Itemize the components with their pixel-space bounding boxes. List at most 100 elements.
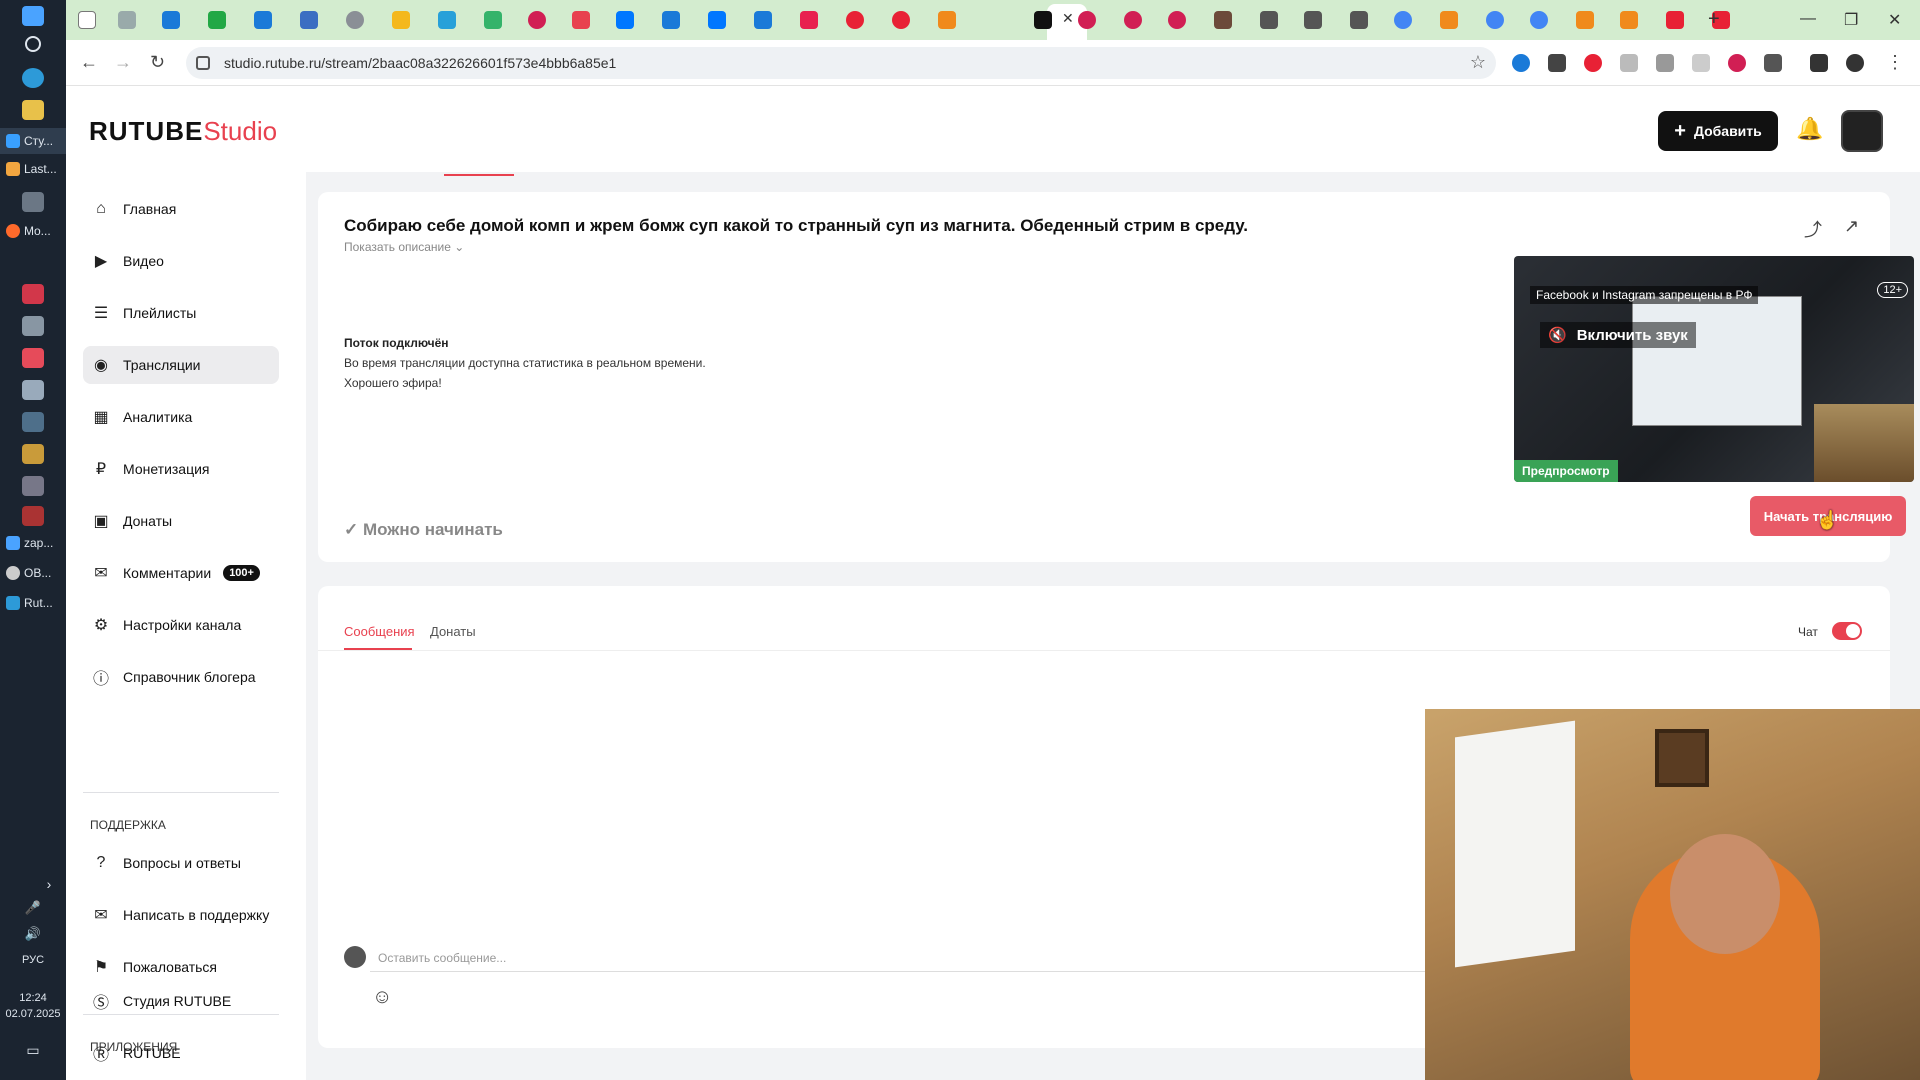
- tab-favicon[interactable]: [208, 11, 226, 29]
- unmute-button[interactable]: 🔇 Включить звук: [1540, 322, 1696, 348]
- rutube-studio-logo[interactable]: RUTUBEStudio: [89, 116, 277, 147]
- volume-icon[interactable]: 🔊: [0, 926, 66, 942]
- tab-favicon[interactable]: [662, 11, 680, 29]
- sidebar-item-home[interactable]: ⌂ Главная: [83, 190, 279, 228]
- back-icon[interactable]: ←: [80, 52, 98, 73]
- tab-favicon[interactable]: [1666, 11, 1684, 29]
- app-icon[interactable]: [22, 476, 44, 496]
- tab-favicon[interactable]: [1394, 11, 1412, 29]
- tab-favicon[interactable]: [1440, 11, 1458, 29]
- taskbar-app-obs[interactable]: OB...: [0, 560, 66, 586]
- sidebar-item-rutube-app[interactable]: Ⓡ RUTUBE: [83, 1034, 279, 1072]
- tab-favicon[interactable]: [1620, 11, 1638, 29]
- app-icon[interactable]: [22, 316, 44, 336]
- tab-favicon[interactable]: [1350, 11, 1368, 29]
- taskbar-app-studio[interactable]: Сту...: [0, 128, 66, 154]
- sidebar-item-blogger-guide[interactable]: ⓘ Справочник блогера: [83, 658, 279, 696]
- microphone-icon[interactable]: 🎤: [0, 900, 66, 916]
- sidebar-item-monetization[interactable]: ₽ Монетизация: [83, 450, 279, 488]
- address-bar[interactable]: studio.rutube.ru/stream/2baac08a32262660…: [186, 47, 1496, 79]
- stream-preview[interactable]: Facebook и Instagram запрещены в РФ 12+ …: [1514, 256, 1914, 482]
- edge-icon[interactable]: [22, 68, 44, 88]
- app-icon[interactable]: [22, 348, 44, 368]
- app-icon[interactable]: [22, 412, 44, 432]
- tab-favicon[interactable]: [392, 11, 410, 29]
- tab-favicon[interactable]: [300, 11, 318, 29]
- tab-search-icon[interactable]: [78, 11, 96, 29]
- taskbar-app-zapier[interactable]: zap...: [0, 530, 66, 556]
- tab-donations[interactable]: Донаты: [430, 624, 476, 639]
- tab-favicon[interactable]: [754, 11, 772, 29]
- taskbar-app-rutube[interactable]: Rut...: [0, 590, 66, 616]
- windows-start-icon[interactable]: [22, 6, 44, 26]
- clock-time[interactable]: 12:24: [0, 992, 66, 1004]
- tab-favicon[interactable]: [1168, 11, 1186, 29]
- sidebar-item-broadcasts[interactable]: ◉ Трансляции: [83, 346, 279, 384]
- tab-favicon[interactable]: [162, 11, 180, 29]
- sidebar-item-playlists[interactable]: ☰ Плейлисты: [83, 294, 279, 332]
- sidebar-item-report[interactable]: ⚑ Пожаловаться: [83, 948, 279, 986]
- tab-favicon[interactable]: [438, 11, 456, 29]
- tab-favicon[interactable]: [1124, 11, 1142, 29]
- app-icon[interactable]: [22, 444, 44, 464]
- tab-favicon[interactable]: [1530, 11, 1548, 29]
- app-icon[interactable]: [22, 506, 44, 526]
- extension-icon[interactable]: [1512, 54, 1530, 72]
- tab-favicon[interactable]: [892, 11, 910, 29]
- sidebar-item-studio-app[interactable]: Ⓢ Студия RUTUBE: [83, 982, 279, 1020]
- extension-icon[interactable]: [1548, 54, 1566, 72]
- calculator-icon[interactable]: [22, 192, 44, 212]
- minimize-icon[interactable]: —: [1800, 10, 1816, 28]
- tab-favicon[interactable]: [254, 11, 272, 29]
- sidebar-item-donations[interactable]: ▣ Донаты: [83, 502, 279, 540]
- add-button[interactable]: + Добавить: [1658, 111, 1778, 151]
- extension-icon[interactable]: [1656, 54, 1674, 72]
- forward-icon[interactable]: →: [114, 52, 132, 73]
- tab-messages[interactable]: Сообщения: [344, 624, 415, 639]
- emoji-icon[interactable]: ☺: [372, 986, 392, 1009]
- sidebar-item-channel-settings[interactable]: ⚙ Настройки канала: [83, 606, 279, 644]
- restore-icon[interactable]: ❐: [1844, 10, 1858, 30]
- channel-avatar[interactable]: [1841, 110, 1883, 152]
- new-tab-icon[interactable]: +: [1708, 8, 1720, 31]
- extension-icon[interactable]: [1692, 54, 1710, 72]
- tab-favicon[interactable]: [800, 11, 818, 29]
- app-icon[interactable]: [22, 380, 44, 400]
- profile-avatar-icon[interactable]: [1846, 54, 1864, 72]
- chat-toggle[interactable]: [1832, 622, 1862, 640]
- tab-favicon[interactable]: [1486, 11, 1504, 29]
- explorer-icon[interactable]: [22, 100, 44, 120]
- reload-icon[interactable]: ↻: [150, 52, 165, 73]
- tab-favicon[interactable]: [1260, 11, 1278, 29]
- extension-icon[interactable]: [1584, 54, 1602, 72]
- show-description-toggle[interactable]: Показать описание ⌄: [344, 240, 464, 254]
- tab-favicon[interactable]: [528, 11, 546, 29]
- tab-favicon[interactable]: [484, 11, 502, 29]
- chat-message-input[interactable]: Оставить сообщение...: [370, 944, 1470, 972]
- site-info-icon[interactable]: [196, 56, 210, 70]
- tab-favicon[interactable]: [938, 11, 956, 29]
- tab-favicon[interactable]: [846, 11, 864, 29]
- media-icon[interactable]: [1810, 54, 1828, 72]
- sidebar-item-comments[interactable]: ✉ Комментарии 100+: [83, 554, 279, 592]
- sidebar-item-faq[interactable]: ? Вопросы и ответы: [83, 844, 279, 882]
- external-link-icon[interactable]: ↗: [1844, 216, 1859, 237]
- extension-icon[interactable]: [1620, 54, 1638, 72]
- tab-favicon[interactable]: [708, 11, 726, 29]
- clock-date[interactable]: 02.07.2025: [0, 1008, 66, 1020]
- tab-favicon[interactable]: [118, 11, 136, 29]
- tab-close-icon[interactable]: ✕: [1062, 10, 1074, 27]
- bookmark-star-icon[interactable]: ☆: [1470, 52, 1486, 73]
- app-icon[interactable]: [22, 284, 44, 304]
- tab-favicon[interactable]: [616, 11, 634, 29]
- tab-favicon[interactable]: [1214, 11, 1232, 29]
- notifications-icon[interactable]: ▭: [0, 1042, 66, 1059]
- puzzle-icon[interactable]: [1764, 54, 1782, 72]
- close-window-icon[interactable]: ✕: [1888, 10, 1901, 30]
- url-text[interactable]: studio.rutube.ru/stream/2baac08a32262660…: [224, 55, 616, 71]
- sidebar-item-analytics[interactable]: ▦ Аналитика: [83, 398, 279, 436]
- search-icon[interactable]: [25, 36, 41, 52]
- sidebar-item-contact-support[interactable]: ✉ Написать в поддержку: [83, 896, 279, 934]
- tab-favicon[interactable]: [1078, 11, 1096, 29]
- menu-kebab-icon[interactable]: ⋮: [1886, 52, 1904, 73]
